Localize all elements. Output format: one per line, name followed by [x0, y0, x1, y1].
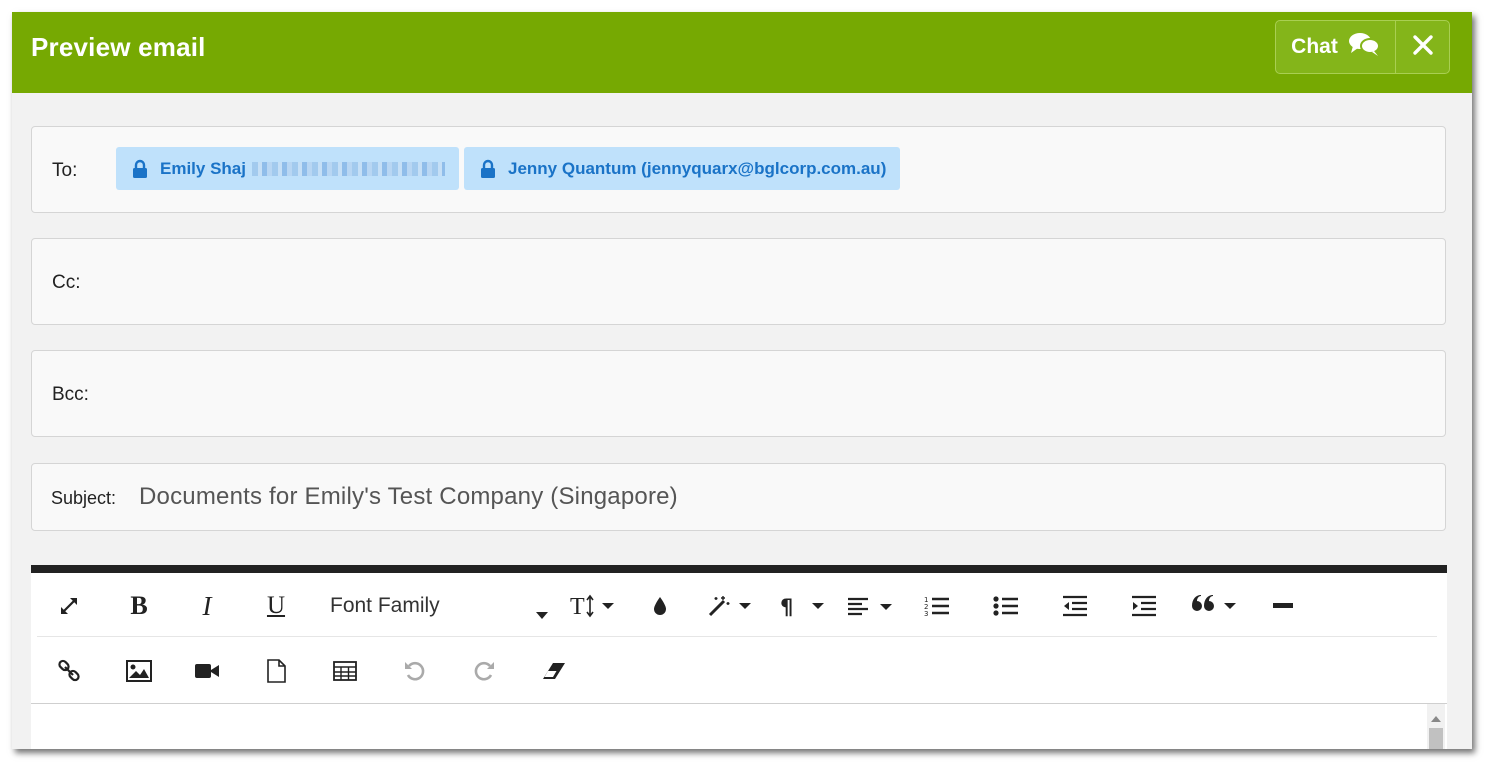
dialog-header: Preview email Chat: [12, 12, 1472, 93]
bold-icon[interactable]: B: [121, 589, 157, 623]
lock-icon: [132, 159, 148, 179]
to-label: To:: [52, 160, 78, 181]
horizontal-rule-icon[interactable]: [1265, 589, 1301, 623]
editor-content-area[interactable]: [31, 703, 1447, 749]
unordered-list-icon[interactable]: [988, 589, 1024, 623]
undo-icon[interactable]: [397, 654, 433, 688]
recipient-chip[interactable]: Jenny Quantum (jennyquarx@bglcorp.com.au…: [464, 147, 900, 190]
toolbar-row-1: B I U Font Family T ¶ 1 2 3: [37, 573, 1437, 637]
font-size-icon[interactable]: T: [569, 589, 617, 623]
svg-text:¶: ¶: [780, 595, 793, 618]
editor-scrollbar[interactable]: [1427, 704, 1445, 749]
font-family-label: Font Family: [330, 594, 440, 617]
video-icon[interactable]: [189, 654, 225, 688]
align-left-icon[interactable]: [845, 589, 895, 623]
scroll-thumb[interactable]: [1429, 728, 1443, 749]
image-icon[interactable]: [121, 654, 157, 688]
svg-text:3: 3: [924, 610, 928, 618]
indent-icon[interactable]: [1126, 589, 1162, 623]
cc-label: Cc:: [52, 272, 81, 293]
recipient-name: Emily Shaj: [160, 158, 246, 178]
recipient-display: Jenny Quantum (jennyquarx@bglcorp.com.au…: [508, 158, 887, 178]
svg-text:T: T: [570, 594, 585, 620]
color-drop-icon[interactable]: [645, 589, 675, 623]
expand-icon[interactable]: [51, 589, 87, 623]
redacted-email: [251, 161, 445, 176]
to-field[interactable]: To: Emily Shaj Jenny Quantum (jennyquarx…: [31, 126, 1446, 213]
recipient-chip[interactable]: Emily Shaj: [116, 147, 459, 190]
bcc-field[interactable]: Bcc:: [31, 350, 1446, 437]
outdent-icon[interactable]: [1057, 589, 1093, 623]
link-icon[interactable]: [51, 654, 87, 688]
paragraph-icon[interactable]: ¶: [779, 589, 827, 623]
cc-field[interactable]: Cc:: [31, 238, 1446, 325]
toolbar-row-2: [37, 638, 1437, 702]
underline-icon[interactable]: U: [258, 589, 294, 623]
chat-label: Chat: [1291, 35, 1338, 58]
italic-icon[interactable]: I: [189, 589, 225, 623]
caret-down-icon: [536, 602, 548, 626]
dialog-title: Preview email: [31, 32, 206, 62]
chat-button[interactable]: Chat: [1276, 21, 1396, 73]
quote-icon[interactable]: [1189, 589, 1239, 623]
eraser-icon[interactable]: [535, 654, 571, 688]
lock-icon: [480, 159, 496, 179]
chat-bubbles-icon: [1348, 31, 1380, 63]
close-icon: [1412, 34, 1434, 61]
header-buttons: Chat: [1275, 20, 1450, 74]
subject-label: Subject:: [51, 488, 117, 508]
table-icon[interactable]: [327, 654, 363, 688]
bcc-label: Bcc:: [52, 384, 89, 405]
scroll-up-arrow-icon[interactable]: [1430, 710, 1442, 728]
subject-input[interactable]: Documents for Emily's Test Company (Sing…: [139, 483, 678, 511]
rich-text-editor: B I U Font Family T ¶ 1 2 3: [31, 565, 1447, 749]
file-icon[interactable]: [258, 654, 294, 688]
close-button[interactable]: [1396, 21, 1449, 73]
subject-field[interactable]: Subject: Documents for Emily's Test Comp…: [31, 463, 1446, 531]
ordered-list-icon[interactable]: 1 2 3: [919, 589, 955, 623]
redo-icon[interactable]: [466, 654, 502, 688]
preview-email-dialog: Preview email Chat To: Emily Shaj Jenny …: [12, 12, 1472, 749]
font-family-dropdown[interactable]: Font Family: [330, 589, 550, 623]
magic-wand-icon[interactable]: [705, 589, 755, 623]
